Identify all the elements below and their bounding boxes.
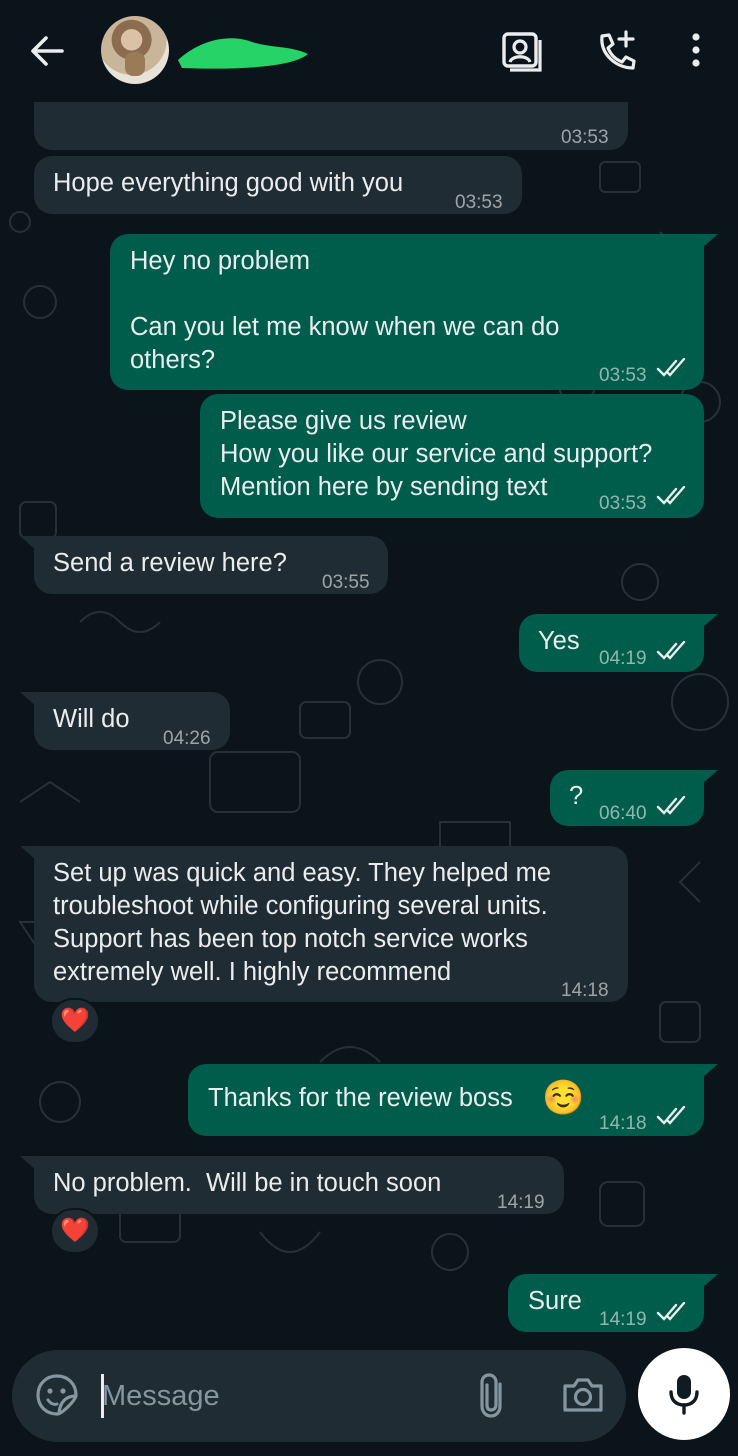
read-ticks-icon	[656, 641, 686, 660]
message-text: Will do	[53, 705, 130, 733]
read-ticks-icon	[656, 486, 686, 505]
message-list[interactable]: 03:53 Hope everything good with you 03:5…	[0, 102, 738, 1340]
message-time: 14:19	[497, 1192, 545, 1213]
bubble-tail	[20, 692, 36, 706]
message-time: 03:53	[455, 192, 503, 213]
heart-reaction[interactable]: ❤️	[50, 998, 100, 1044]
message-text: Set up was quick and easy. They helped m…	[53, 859, 552, 986]
message-bubble-outgoing[interactable]: ? 06:40	[550, 770, 718, 826]
emoji-sticker-icon[interactable]	[34, 1372, 80, 1418]
bubble-tail	[702, 614, 718, 628]
message-bubble-outgoing[interactable]: Thanks for the review boss ☺️ 14:18	[188, 1064, 718, 1136]
read-ticks-icon	[656, 358, 686, 377]
contact-avatar[interactable]	[101, 16, 169, 84]
bubble-tail	[20, 846, 36, 860]
bubble-tail	[20, 1156, 36, 1170]
message-time: 04:26	[163, 728, 211, 749]
message-text: Please give us review How you like our s…	[220, 407, 653, 501]
message-bubble-incoming[interactable]: Send a review here? 03:55	[20, 536, 388, 594]
message-time: 03:55	[322, 572, 370, 593]
message-composer	[12, 1350, 626, 1442]
message-time: 06:40	[599, 803, 647, 824]
message-text: No problem. Will be in touch soon	[53, 1169, 442, 1197]
message-bubble-incoming[interactable]: Hope everything good with you 03:53	[34, 156, 522, 214]
message-bubble-incoming[interactable]: 03:53	[34, 102, 628, 150]
heart-reaction[interactable]: ❤️	[50, 1208, 100, 1254]
bubble-tail	[702, 1064, 718, 1078]
read-ticks-icon	[656, 796, 686, 815]
message-bubble-outgoing[interactable]: Please give us review How you like our s…	[200, 394, 704, 518]
bubble-tail	[20, 536, 36, 550]
message-time: 14:19	[599, 1309, 647, 1330]
message-time: 03:53	[599, 493, 647, 514]
message-time: 14:18	[561, 980, 609, 1001]
message-time: 03:53	[561, 127, 609, 148]
bubble-tail	[702, 1274, 718, 1288]
message-bubble-outgoing[interactable]: Sure 14:19	[508, 1274, 718, 1332]
message-input[interactable]	[102, 1364, 432, 1428]
read-ticks-icon	[656, 1106, 686, 1125]
message-bubble-outgoing[interactable]: Hey no problem Can you let me know when …	[110, 234, 718, 390]
message-text: Send a review here?	[53, 549, 287, 577]
message-bubble-incoming[interactable]: No problem. Will be in touch soon 14:19	[20, 1156, 564, 1214]
reaction-emoji: ❤️	[60, 1217, 90, 1244]
chat-header	[0, 0, 738, 102]
more-options-icon[interactable]	[674, 28, 720, 74]
reaction-emoji: ❤️	[60, 1007, 90, 1034]
message-text: ?	[569, 782, 584, 810]
message-bubble-incoming[interactable]: Will do 04:26	[20, 692, 230, 750]
paperclip-icon[interactable]	[472, 1370, 512, 1420]
microphone-icon	[669, 1375, 699, 1415]
add-call-icon[interactable]	[592, 28, 638, 74]
video-call-icon[interactable]	[498, 28, 544, 74]
message-bubble-incoming[interactable]: Set up was quick and easy. They helped m…	[20, 846, 628, 1002]
smiling-emoji: ☺️	[542, 1079, 585, 1117]
message-text: Hope everything good with you	[53, 169, 404, 197]
read-ticks-icon	[656, 1302, 686, 1321]
camera-icon[interactable]	[560, 1372, 606, 1418]
message-text: Thanks for the review boss	[208, 1084, 513, 1112]
message-text: Sure	[528, 1287, 582, 1315]
message-text: Yes	[538, 627, 580, 655]
microphone-button[interactable]	[638, 1348, 730, 1440]
back-arrow-icon[interactable]	[26, 30, 68, 72]
message-text: Hey no problem Can you let me know when …	[130, 247, 560, 374]
bubble-tail	[702, 234, 718, 248]
message-bubble-outgoing[interactable]: Yes 04:19	[519, 614, 718, 672]
message-time: 04:19	[599, 648, 647, 669]
bubble-tail	[702, 770, 718, 784]
message-time: 14:18	[599, 1113, 647, 1134]
message-time: 03:53	[599, 365, 647, 386]
contact-name-redaction[interactable]	[172, 30, 314, 74]
